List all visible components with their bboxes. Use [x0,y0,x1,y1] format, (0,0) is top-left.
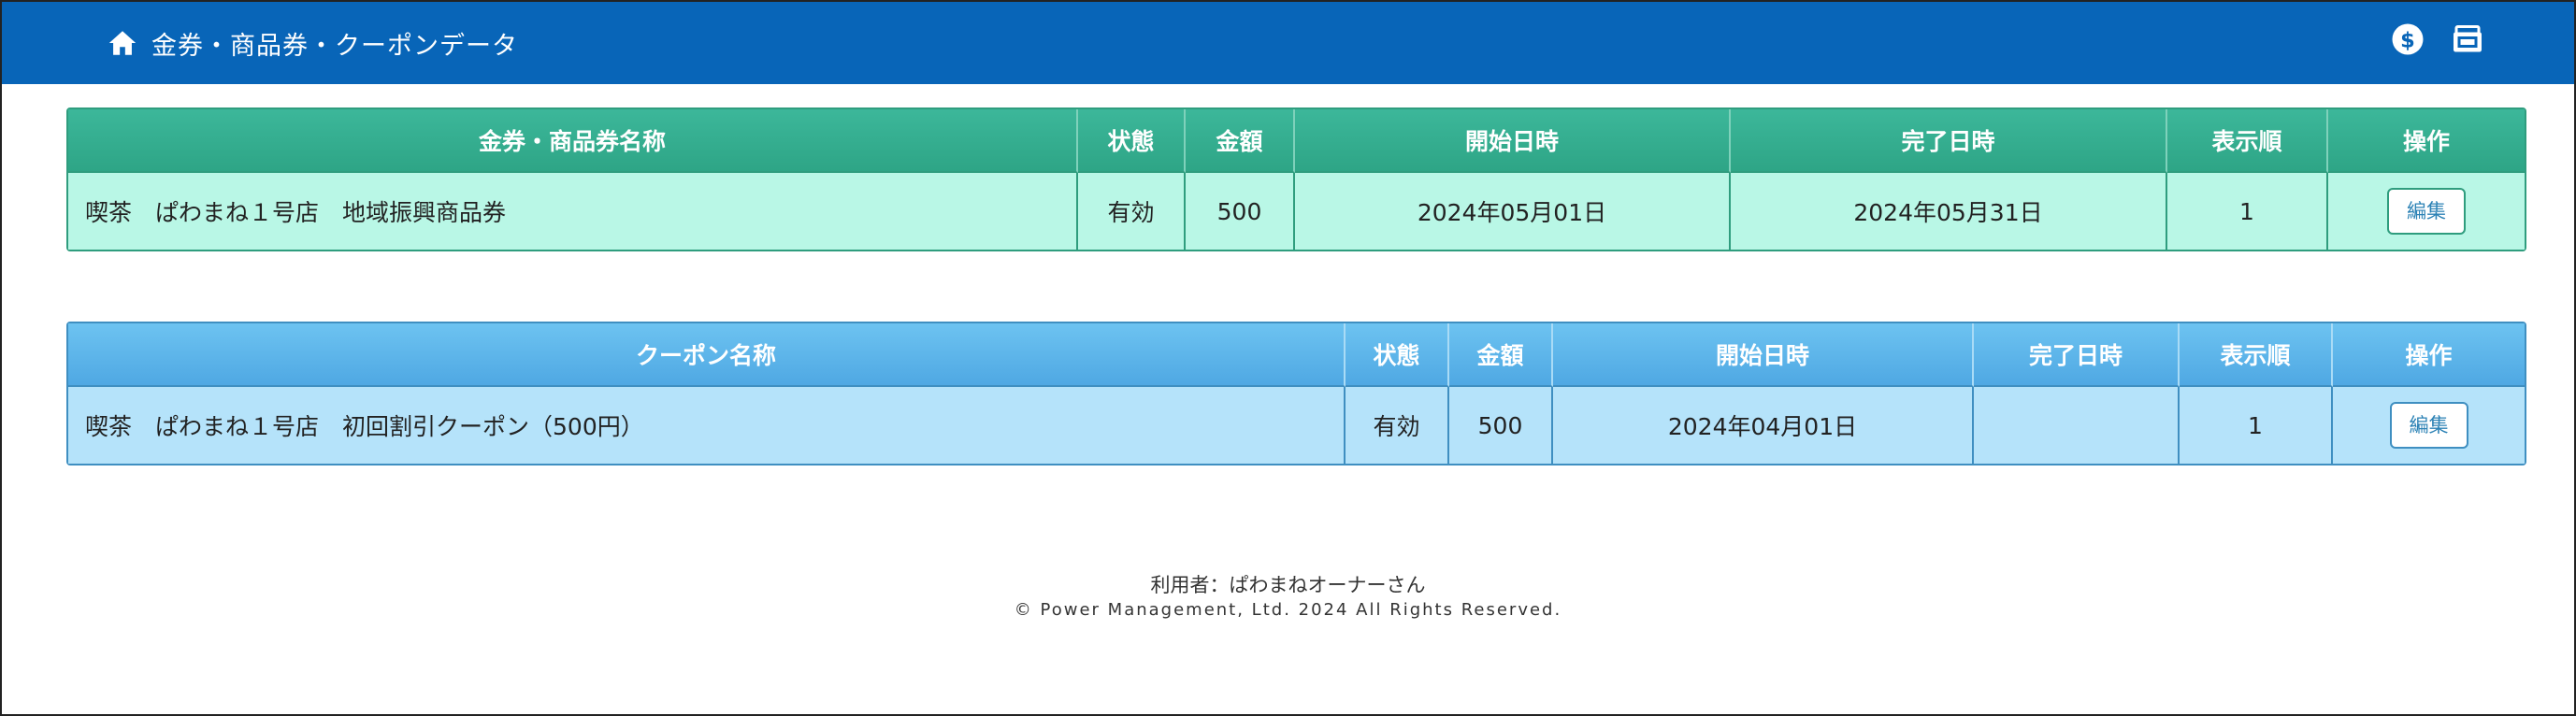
home-icon [108,31,137,55]
app-header: 金券・商品券・クーポンデータ $ [2,2,2574,84]
col-header-voucher-name: 金券・商品券名称 [68,109,1078,173]
coupon-name: 喫茶 ぱわまね１号店 初回割引クーポン（500円） [68,387,1346,464]
voucher-table: 金券・商品券名称 状態 金額 開始日時 完了日時 表示順 操作 喫茶 ぱわまね１… [66,107,2526,251]
col-header-order: 表示順 [2180,323,2333,387]
voucher-order: 1 [2167,173,2328,250]
coupon-action-cell: 編集 [2333,387,2525,464]
coupon-end [1974,387,2180,464]
header-actions: $ [2391,22,2484,60]
coupon-header-row: クーポン名称 状態 金額 開始日時 完了日時 表示順 操作 [68,323,2525,387]
col-header-action: 操作 [2333,323,2525,387]
col-header-start: 開始日時 [1295,109,1731,173]
table-row: 喫茶 ぱわまね１号店 初回割引クーポン（500円） 有効 500 2024年04… [68,387,2525,464]
voucher-header-row: 金券・商品券名称 状態 金額 開始日時 完了日時 表示順 操作 [68,109,2525,173]
col-header-end: 完了日時 [1974,323,2180,387]
footer-copyright: © Power Management, Ltd. 2024 All Rights… [1014,600,1562,620]
dollar-circle-icon: $ [2392,23,2424,55]
voucher-status: 有効 [1078,173,1186,250]
voucher-edit-button[interactable]: 編集 [2387,188,2466,235]
col-header-amount: 金額 [1449,323,1553,387]
voucher-action-cell: 編集 [2328,173,2525,250]
coupon-start: 2024年04月01日 [1553,387,1974,464]
coupon-edit-button[interactable]: 編集 [2389,402,2468,449]
coupon-register-icon [2454,25,2482,52]
coupon-amount: 500 [1449,387,1553,464]
page-title: 金券・商品券・クーポンデータ [151,31,518,61]
voucher-start: 2024年05月01日 [1295,173,1731,250]
coupon-status: 有効 [1346,387,1449,464]
app-frame: 金券・商品券・クーポンデータ $ 金券・商品券名称 状態 金額 開始日時 完了日… [0,0,2576,716]
coupon-register-button[interactable] [2451,22,2484,60]
coupon-order: 1 [2180,387,2333,464]
col-header-action: 操作 [2328,109,2525,173]
col-header-status: 状態 [1346,323,1449,387]
footer-user: 利用者：ぱわまねオーナーさん [1150,574,1426,596]
col-header-start: 開始日時 [1553,323,1974,387]
col-header-amount: 金額 [1186,109,1295,173]
col-header-coupon-name: クーポン名称 [68,323,1346,387]
svg-text:$: $ [2400,28,2415,52]
home-link[interactable]: 金券・商品券・クーポンデータ [107,26,518,61]
coupon-table: クーポン名称 状態 金額 開始日時 完了日時 表示順 操作 喫茶 ぱわまね１号店… [66,322,2526,465]
voucher-name: 喫茶 ぱわまね１号店 地域振興商品券 [68,173,1078,250]
col-header-end: 完了日時 [1731,109,2167,173]
payment-button[interactable]: $ [2391,22,2425,60]
voucher-end: 2024年05月31日 [1731,173,2167,250]
col-header-status: 状態 [1078,109,1186,173]
col-header-order: 表示順 [2167,109,2328,173]
table-row: 喫茶 ぱわまね１号店 地域振興商品券 有効 500 2024年05月01日 20… [68,173,2525,250]
voucher-amount: 500 [1186,173,1295,250]
